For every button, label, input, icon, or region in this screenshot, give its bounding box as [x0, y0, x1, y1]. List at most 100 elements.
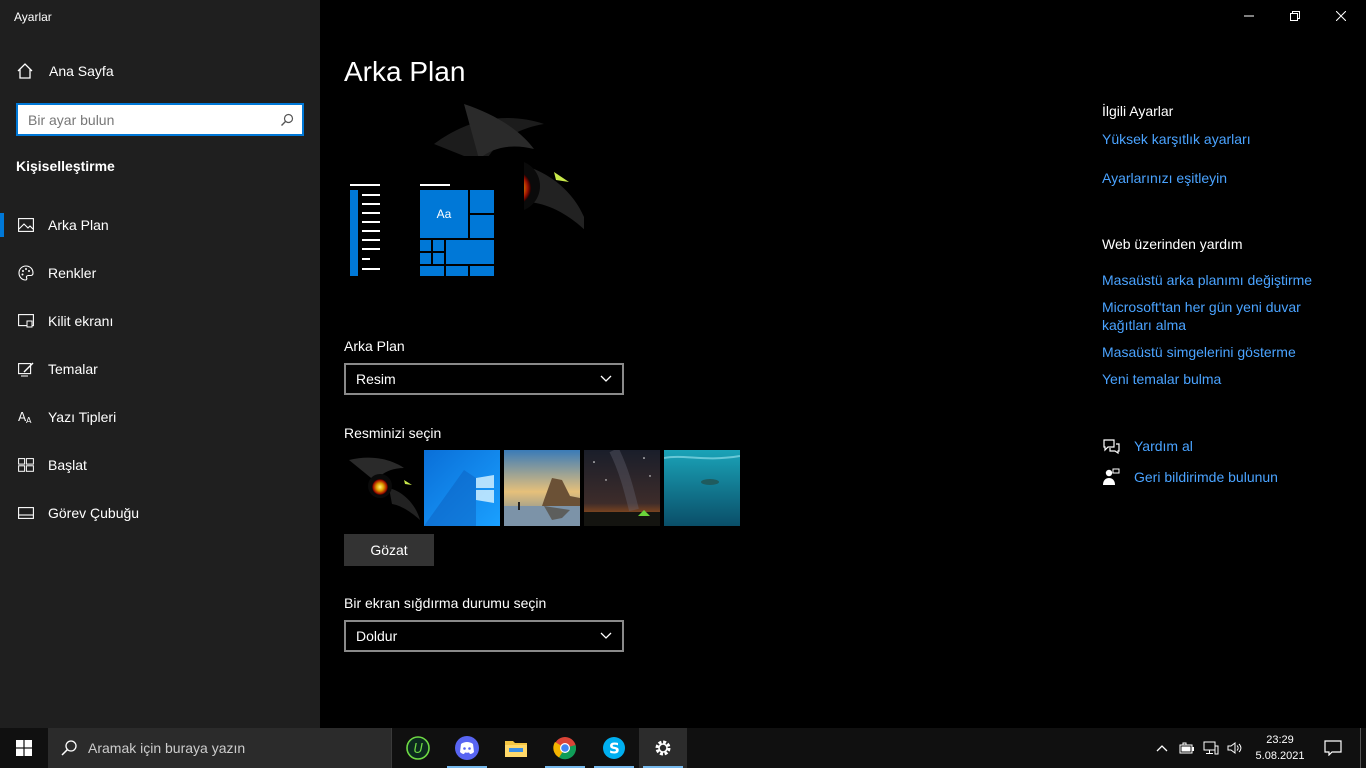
taskbar-app-settings[interactable] — [639, 728, 687, 768]
volume-icon — [1227, 742, 1242, 754]
sidebar-item-label: Temalar — [48, 361, 98, 377]
taskbar-search-placeholder: Aramak için buraya yazın — [88, 740, 246, 756]
daily-wallpaper-link[interactable]: Microsoft'tan her gün yeni duvar kağıtla… — [1102, 298, 1322, 334]
action-center-button[interactable] — [1316, 728, 1350, 768]
get-help-link[interactable]: Yardım al — [1102, 437, 1193, 455]
taskbar-app-upwork[interactable]: U — [394, 728, 442, 768]
sidebar-nav: Arka Plan Renkler Kilit ekranı Temalar A… — [0, 201, 320, 537]
network-icon — [1203, 741, 1219, 755]
restore-icon — [1290, 11, 1300, 21]
themes-icon — [18, 361, 34, 377]
taskbar-icon — [18, 505, 34, 521]
feedback-label: Geri bildirimde bulunun — [1134, 469, 1278, 485]
wallpaper-thumbnail-night-sky[interactable] — [584, 450, 660, 526]
fit-dropdown[interactable]: Doldur — [344, 620, 624, 652]
sidebar-item-label: Başlat — [48, 457, 87, 473]
folder-icon — [505, 741, 527, 757]
taskbar-app-discord[interactable] — [443, 728, 491, 768]
show-hidden-icons-button[interactable] — [1152, 728, 1172, 768]
related-settings-heading: İlgili Ayarlar — [1102, 103, 1174, 119]
fonts-icon: AA — [18, 409, 34, 425]
feedback-icon — [1103, 468, 1120, 485]
clock-time: 23:29 — [1266, 734, 1294, 746]
network-tray-button[interactable] — [1200, 728, 1222, 768]
svg-text:U: U — [414, 742, 424, 757]
app-title: Ayarlar — [14, 10, 52, 24]
sidebar-item-arka-plan[interactable]: Arka Plan — [0, 201, 320, 249]
taskbar-app-skype[interactable]: S — [590, 728, 638, 768]
restore-button[interactable] — [1272, 0, 1318, 32]
help-chat-icon — [1103, 439, 1120, 455]
start-icon — [18, 457, 34, 473]
choose-picture-label: Resminizi seçin — [344, 425, 442, 441]
close-button[interactable] — [1318, 0, 1364, 32]
page-title: Arka Plan — [344, 56, 466, 87]
search-icon[interactable] — [280, 113, 294, 127]
fit-value: Doldur — [356, 628, 398, 644]
sidebar-item-kilit-ekrani[interactable]: Kilit ekranı — [0, 297, 320, 345]
sidebar-item-label: Kilit ekranı — [48, 313, 114, 329]
sidebar-item-label: Yazı Tipleri — [48, 409, 117, 425]
background-type-dropdown[interactable]: Resim — [344, 363, 624, 395]
home-label: Ana Sayfa — [49, 63, 114, 79]
find-themes-link[interactable]: Yeni temalar bulma — [1102, 370, 1221, 388]
minimize-button[interactable] — [1226, 0, 1272, 32]
sidebar-item-renkler[interactable]: Renkler — [0, 249, 320, 297]
taskbar-search-box[interactable]: Aramak için buraya yazın — [48, 728, 392, 768]
home-link[interactable]: Ana Sayfa — [16, 62, 114, 80]
volume-tray-button[interactable] — [1224, 728, 1246, 768]
palette-icon — [18, 265, 34, 281]
preview-tile-text: Aa — [436, 207, 452, 221]
gear-icon — [655, 740, 671, 756]
taskbar: Aramak için buraya yazın U S 23:29 5.08.… — [0, 728, 1366, 768]
sidebar-item-gorev-cubugu[interactable]: Görev Çubuğu — [0, 489, 320, 537]
high-contrast-link[interactable]: Yüksek karşıtlık ayarları — [1102, 130, 1251, 148]
desktop-icons-link[interactable]: Masaüstü simgelerini gösterme — [1102, 343, 1296, 361]
preview-tile: Aa — [420, 190, 468, 238]
clock-date: 5.08.2021 — [1255, 750, 1305, 762]
battery-tray-button[interactable] — [1176, 728, 1198, 768]
chevron-up-icon — [1156, 745, 1168, 752]
wallpaper-thumbnail-beach[interactable] — [504, 450, 580, 526]
svg-text:A: A — [26, 416, 32, 424]
section-title: Kişiselleştirme — [16, 158, 115, 174]
get-help-label: Yardım al — [1134, 438, 1193, 454]
notification-icon — [1324, 740, 1342, 756]
svg-text:S: S — [609, 740, 620, 758]
sidebar-item-label: Renkler — [48, 265, 97, 281]
background-type-value: Resim — [356, 371, 396, 387]
feedback-link[interactable]: Geri bildirimde bulunun — [1102, 468, 1278, 486]
settings-search-box[interactable] — [16, 103, 304, 136]
sidebar-item-baslat[interactable]: Başlat — [0, 441, 320, 489]
chevron-down-icon — [600, 375, 612, 382]
settings-search-input[interactable] — [26, 110, 280, 129]
battery-icon — [1179, 742, 1194, 754]
show-desktop-button[interactable] — [1360, 728, 1366, 768]
start-menu-preview — [350, 184, 382, 276]
skype-icon: S — [603, 737, 625, 759]
wallpaper-thumbnail-windows[interactable] — [424, 450, 500, 526]
sidebar-item-label: Arka Plan — [48, 217, 109, 233]
taskbar-clock[interactable]: 23:29 5.08.2021 — [1250, 732, 1310, 764]
taskbar-app-chrome[interactable] — [541, 728, 589, 768]
background-type-label: Arka Plan — [344, 338, 405, 354]
home-icon — [17, 63, 33, 79]
close-icon — [1336, 11, 1346, 21]
wallpaper-thumbnail-dragon[interactable] — [344, 450, 420, 526]
upwork-icon: U — [406, 736, 430, 760]
chevron-down-icon — [600, 632, 612, 639]
change-background-link[interactable]: Masaüstü arka planımı değiştirme — [1102, 271, 1312, 289]
main-content: Arka Plan Aa Arka Plan Resim Resminizi s… — [320, 0, 1366, 728]
start-button[interactable] — [0, 728, 48, 768]
discord-icon — [455, 736, 479, 760]
background-preview: Aa — [344, 104, 584, 284]
sidebar-item-yazi-tipleri[interactable]: AA Yazı Tipleri — [0, 393, 320, 441]
wallpaper-thumbnail-underwater[interactable] — [664, 450, 740, 526]
windows-logo-icon — [16, 740, 32, 756]
taskbar-app-file-explorer[interactable] — [492, 728, 540, 768]
lock-screen-icon — [18, 313, 34, 329]
browse-button[interactable]: Gözat — [344, 534, 434, 566]
sidebar-item-temalar[interactable]: Temalar — [0, 345, 320, 393]
sync-settings-link[interactable]: Ayarlarınızı eşitleyin — [1102, 169, 1227, 187]
sidebar-item-label: Görev Çubuğu — [48, 505, 140, 521]
